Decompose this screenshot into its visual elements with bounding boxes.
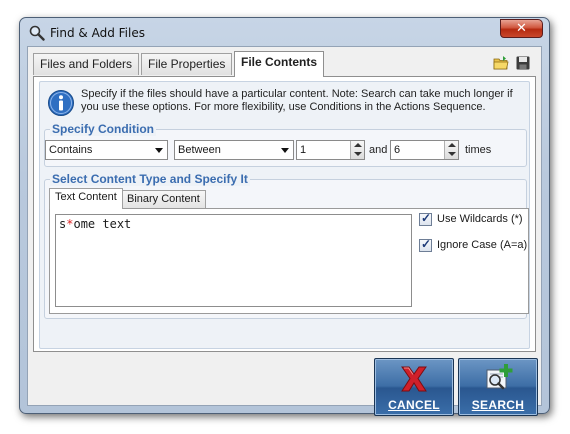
file-contents-content: Specify if the files should have a parti… — [39, 81, 530, 349]
spin-up-icon[interactable] — [354, 143, 362, 147]
cancel-x-icon — [401, 366, 427, 392]
tab-file-properties[interactable]: File Properties — [141, 53, 233, 75]
range-type-select[interactable]: Between — [174, 140, 294, 160]
chevron-down-icon — [281, 148, 289, 153]
search-label: SEARCH — [471, 398, 525, 412]
content-type-label: Select Content Type and Specify It — [50, 172, 250, 186]
ignore-case-checkbox[interactable]: ✓ — [419, 237, 432, 252]
tab-files-and-folders[interactable]: Files and Folders — [33, 53, 140, 75]
dialog-client-area: Files and Folders File Properties File C… — [27, 46, 542, 416]
use-wildcards-label[interactable]: Use Wildcards (*) — [437, 213, 523, 226]
content-type-group: Select Content Type and Specify It Text … — [44, 172, 529, 319]
checkmark-icon: ✓ — [421, 211, 432, 225]
chevron-down-icon — [155, 148, 163, 153]
search-button[interactable]: SEARCH — [458, 358, 538, 416]
search-text-rest: ome text — [73, 217, 132, 231]
checkmark-icon: ✓ — [421, 237, 432, 251]
spin-down-icon[interactable] — [354, 152, 362, 156]
find-add-files-dialog: Find & Add Files ✕ Files and Folders Fil… — [19, 17, 550, 416]
tab-text-content[interactable]: Text Content — [49, 188, 123, 209]
magnifier-icon — [29, 25, 45, 41]
info-description: Specify if the files should have a parti… — [81, 88, 513, 113]
search-text-input[interactable]: s*ome text — [55, 214, 412, 307]
use-wildcards-checkbox[interactable]: ✓ — [419, 211, 432, 226]
match-type-value: Contains — [49, 144, 93, 156]
open-folder-icon[interactable] — [493, 55, 509, 71]
spin-down-icon[interactable] — [448, 152, 456, 156]
and-label: and — [369, 144, 388, 156]
tab-file-contents[interactable]: File Contents — [234, 51, 325, 77]
info-icon — [48, 90, 74, 116]
save-icon[interactable] — [515, 55, 531, 71]
ignore-case-label[interactable]: Ignore Case (A=a) — [437, 239, 527, 252]
min-count-stepper[interactable]: 1 — [296, 140, 365, 160]
match-type-select[interactable]: Contains — [45, 140, 168, 160]
max-count-value: 6 — [394, 144, 401, 156]
close-button[interactable]: ✕ — [500, 19, 543, 38]
min-count-value: 1 — [300, 144, 307, 156]
cancel-button[interactable]: CANCEL — [374, 358, 454, 416]
title-bar[interactable]: Find & Add Files ✕ — [20, 18, 549, 46]
spin-up-icon[interactable] — [448, 143, 456, 147]
range-type-value: Between — [178, 144, 221, 156]
max-count-stepper[interactable]: 6 — [390, 140, 459, 160]
specify-condition-label: Specify Condition — [50, 122, 156, 136]
cancel-label: CANCEL — [388, 398, 440, 412]
times-label: times — [465, 144, 492, 156]
file-contents-panel: Specify if the files should have a parti… — [33, 76, 536, 352]
search-add-icon — [486, 364, 513, 390]
min-count-spin-buttons[interactable] — [350, 141, 364, 159]
max-count-spin-buttons[interactable] — [444, 141, 458, 159]
specify-condition-group: Specify Condition Contains Between 1 and… — [44, 122, 527, 167]
window-title: Find & Add Files — [50, 26, 145, 40]
tab-binary-content[interactable]: Binary Content — [121, 190, 206, 208]
close-icon: ✕ — [516, 21, 527, 36]
text-content-panel: s*ome text ✓ Use Wildcards (*) ✓ Ignore … — [49, 208, 529, 314]
